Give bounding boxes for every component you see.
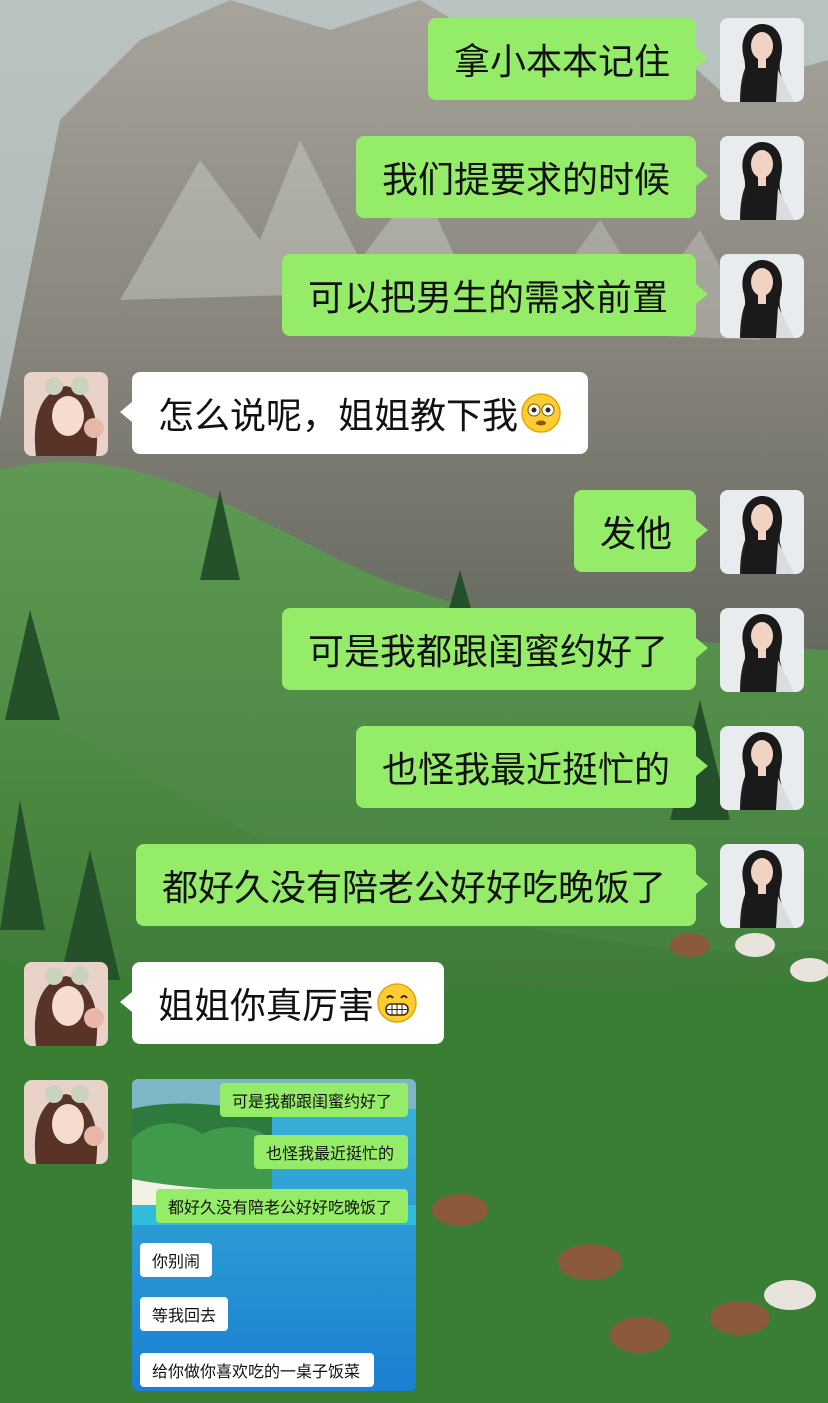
contact-avatar[interactable] [24, 372, 108, 456]
my-avatar[interactable] [720, 136, 804, 220]
bubble-tail [696, 756, 708, 776]
message-text: 拿小本本记住 [454, 42, 671, 83]
screenshot-text: 等我回去 [152, 1306, 217, 1325]
bubble-tail [696, 638, 708, 658]
message-bubble[interactable]: 姐姐你真厉害 [132, 962, 444, 1044]
message-bubble[interactable]: 发他 [574, 490, 696, 572]
bubble-tail [696, 48, 708, 68]
message-text: 可以把男生的需求前置 [308, 278, 669, 319]
beach-background [132, 1079, 416, 1391]
message-bubble[interactable]: 可是我都跟闺蜜约好了 [282, 608, 696, 690]
my-avatar[interactable] [720, 844, 804, 928]
my-avatar[interactable] [720, 490, 804, 574]
screenshot-text: 也怪我最近挺忙的 [266, 1144, 395, 1163]
image-message[interactable]: 可是我都跟闺蜜约好了 也怪我最近挺忙的 都好久没有陪老公好好吃晚饭了 你别闹 等… [132, 1079, 416, 1391]
bubble-tail [120, 402, 132, 422]
bubble-tail [696, 874, 708, 894]
screenshot-text: 都好久没有陪老公好好吃晚饭了 [168, 1198, 393, 1217]
screenshot-bubble: 可是我都跟闺蜜约好了 [220, 1083, 408, 1117]
my-avatar[interactable] [720, 608, 804, 692]
screenshot-bubble: 你别闹 [140, 1243, 212, 1277]
bubble-tail [696, 520, 708, 540]
screenshot-bubble: 等我回去 [140, 1297, 228, 1331]
grinning-face-icon [377, 983, 417, 1023]
screenshot-bubble: 也怪我最近挺忙的 [254, 1135, 408, 1169]
bubble-tail [696, 166, 708, 186]
message-text: 可是我都跟闺蜜约好了 [308, 632, 669, 673]
screenshot-text: 可是我都跟闺蜜约好了 [232, 1092, 393, 1111]
message-bubble[interactable]: 拿小本本记住 [428, 18, 696, 100]
message-text: 姐姐你真厉害 [158, 986, 375, 1027]
my-avatar[interactable] [720, 18, 804, 102]
screenshot-bubble: 给你做你喜欢吃的一桌子饭菜 [140, 1353, 374, 1387]
flushed-face-icon [521, 393, 561, 433]
bubble-tail [696, 284, 708, 304]
message-text: 都好久没有陪老公好好吃晚饭了 [162, 868, 667, 909]
screenshot-text: 给你做你喜欢吃的一桌子饭菜 [152, 1362, 361, 1381]
message-bubble[interactable]: 怎么说呢，姐姐教下我 [132, 372, 588, 454]
message-bubble[interactable]: 也怪我最近挺忙的 [356, 726, 696, 808]
message-text: 我们提要求的时候 [382, 160, 671, 201]
bubble-tail [120, 992, 132, 1012]
message-bubble[interactable]: 我们提要求的时候 [356, 136, 696, 218]
message-text: 也怪我最近挺忙的 [382, 750, 671, 791]
contact-avatar[interactable] [24, 962, 108, 1046]
message-bubble[interactable]: 可以把男生的需求前置 [282, 254, 696, 336]
contact-avatar[interactable] [24, 1080, 108, 1164]
screenshot-text: 你别闹 [152, 1252, 201, 1271]
message-bubble[interactable]: 都好久没有陪老公好好吃晚饭了 [136, 844, 696, 926]
message-text: 发他 [600, 514, 673, 555]
my-avatar[interactable] [720, 726, 804, 810]
screenshot-bubble: 都好久没有陪老公好好吃晚饭了 [156, 1189, 408, 1223]
my-avatar[interactable] [720, 254, 804, 338]
message-text: 怎么说呢，姐姐教下我 [158, 396, 519, 437]
